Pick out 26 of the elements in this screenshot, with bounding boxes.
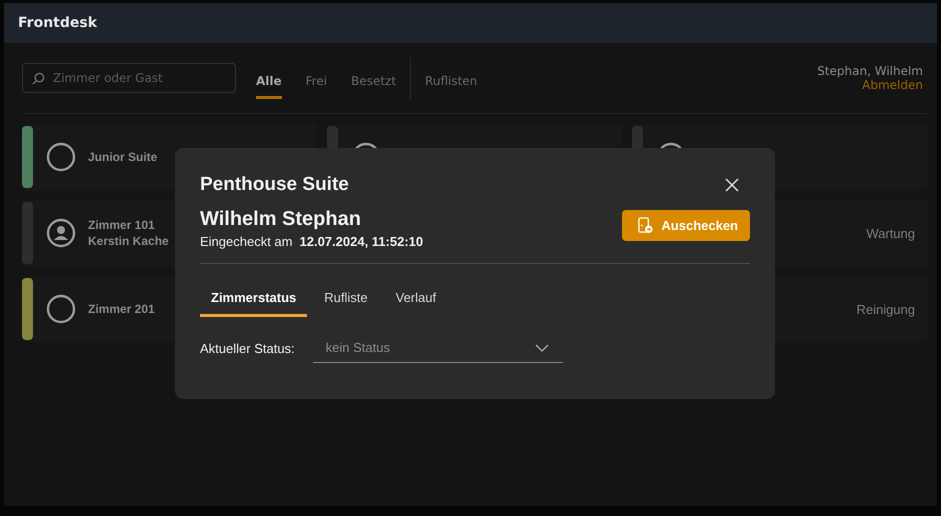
guest-name: Kerstin Kache: [88, 234, 169, 248]
person-icon: [46, 218, 76, 248]
status-label: Aktueller Status:: [200, 340, 295, 356]
circle-icon: [46, 142, 76, 172]
dialog-tab[interactable]: Zimmerstatus: [200, 282, 308, 317]
room-status: Reinigung: [856, 302, 915, 316]
checkout-button[interactable]: Auschecken: [622, 210, 750, 241]
search-icon: [32, 72, 45, 85]
door-exit-icon: [638, 217, 654, 234]
filter-tab[interactable]: Frei: [306, 66, 328, 98]
room-status: Wartung: [866, 226, 915, 240]
room-name: Zimmer 201: [88, 302, 155, 316]
filter-tab[interactable]: Ruflisten: [425, 66, 478, 98]
filter-tab[interactable]: Besetzt: [351, 66, 396, 98]
logout-link[interactable]: Abmelden: [862, 78, 923, 92]
circle-icon: [46, 294, 76, 324]
window-title: Frontdesk: [18, 15, 98, 31]
room-name: Zimmer 101: [88, 218, 156, 232]
chevron-down-icon: [534, 344, 549, 352]
search-field[interactable]: Zimmer oder Gast: [22, 63, 236, 93]
room-name: Junior Suite: [88, 150, 158, 164]
filter-tab[interactable]: Alle: [256, 66, 282, 98]
status-dropdown[interactable]: kein Status: [312, 333, 563, 363]
user-name: Stephan, Wilhelm: [817, 64, 923, 78]
dialog-tab[interactable]: Verlauf: [384, 282, 448, 317]
checkin-label: Eingecheckt am: [200, 234, 292, 249]
